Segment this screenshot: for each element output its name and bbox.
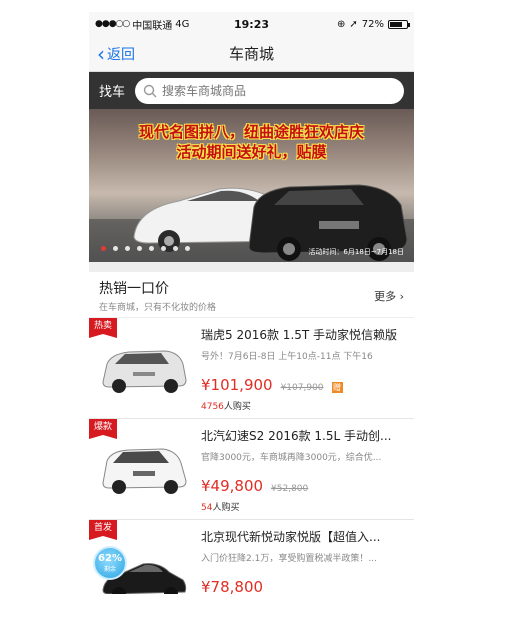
product-item[interactable]: 首发 62% 剩余 北京现代新悦动家悦版【超值入... 入门价狂降2.1万，享受…: [89, 520, 414, 594]
buy-count: 4756人购买: [201, 399, 406, 412]
debut-badge: 首发: [89, 520, 117, 540]
battery-fill: [390, 21, 402, 27]
section-header: 热销一口价 在车商城，只有不化妆的价格 更多 ›: [89, 272, 414, 318]
search-bar: 找车: [89, 72, 414, 109]
banner-dot[interactable]: [185, 246, 190, 251]
suv-image: [102, 350, 187, 393]
search-input[interactable]: [162, 83, 396, 98]
page-title: 车商城: [228, 45, 274, 63]
search-box[interactable]: [135, 77, 404, 104]
banner-dot[interactable]: [173, 246, 178, 251]
back-button[interactable]: ‹ 返回: [89, 44, 135, 64]
product-info: 北汽幻速S2 2016款 1.5L 手动创... 官降3000元，车商城再降30…: [197, 419, 414, 519]
back-label: 返回: [107, 46, 135, 63]
product-price: ¥78,800: [201, 578, 264, 594]
banner-subheadline: 活动期间送好礼，贴膜: [176, 143, 327, 161]
status-bar: ●●●○○ 中国联通 4G 19:23 ⊕ ➚ 72%: [89, 12, 414, 36]
product-info: 北京现代新悦动家悦版【超值入... 入门价狂降2.1万，享受购置税减半政策！..…: [197, 520, 414, 594]
product-desc: 官降3000元，车商城再降3000元，综合优...: [201, 453, 382, 463]
banner-headline: 现代名图拼八，纽曲途胜狂欢店庆: [138, 123, 364, 141]
product-item[interactable]: 爆款 北汽幻速S2 2016款 1.5L 手动创... 官降3000元，车商城再…: [89, 419, 414, 520]
buy-count-suffix: 人购买: [223, 402, 251, 412]
explosive-badge: 爆款: [89, 419, 117, 439]
stock-progress-caption: 剩余: [103, 566, 116, 573]
banner-dot[interactable]: [101, 246, 106, 251]
banner-dot[interactable]: [113, 246, 118, 251]
nav-bar: ‹ 返回 车商城: [89, 36, 414, 72]
product-item[interactable]: 热卖 瑞虎5 2016款 1.5T 手动家悦信赖版 号外！7月6日-8日 上午1…: [89, 318, 414, 419]
price-row: ¥101,900 ¥107,900 赠: [201, 376, 406, 394]
section-subtitle: 在车商城，只有不化妆的价格: [99, 303, 217, 313]
chevron-left-icon: ‹: [97, 41, 105, 66]
battery-icon: [388, 19, 410, 29]
search-icon: [143, 84, 157, 97]
section-titles: 热销一口价 在车商城，只有不化妆的价格: [99, 278, 374, 313]
price-row: ¥49,800 ¥52,800: [201, 477, 406, 495]
promo-banner[interactable]: 现代名图拼八，纽曲途胜狂欢店庆 活动期间送好礼，贴膜 活动时间：6月18日~7月…: [89, 109, 414, 262]
banner-date: 活动时间：6月18日~7月18日: [308, 248, 404, 256]
phone-screen: ●●●○○ 中国联通 4G 19:23 ⊕ ➚ 72% ‹ 返回 车商城 找车: [89, 12, 414, 594]
status-time: 19:23: [233, 17, 269, 31]
banner-dot[interactable]: [161, 246, 166, 251]
product-image: 爆款: [89, 419, 197, 519]
banner-dot[interactable]: [137, 246, 142, 251]
product-image: 热卖: [89, 318, 197, 418]
product-desc: 号外！7月6日-8日 上午10点-11点 下午16: [201, 352, 373, 362]
buy-count: 54人购买: [201, 500, 406, 513]
price-row: ¥78,800: [201, 578, 406, 594]
more-link[interactable]: 更多 ›: [374, 288, 404, 304]
section-title: 热销一口价: [99, 281, 169, 297]
suv-image: [102, 448, 187, 494]
stock-progress-badge: 62% 剩余: [93, 546, 127, 580]
more-label: 更多: [374, 289, 397, 303]
original-price: ¥107,900: [280, 383, 324, 393]
product-title: 北京现代新悦动家悦版【超值入...: [201, 530, 381, 544]
gift-badge: 赠: [331, 382, 343, 393]
original-price: ¥52,800: [271, 484, 309, 494]
chevron-right-icon: ›: [399, 289, 404, 303]
buy-count-number: 4756: [201, 402, 224, 412]
product-image: 首发 62% 剩余: [89, 520, 197, 594]
buy-count-suffix: 人购买: [212, 503, 240, 513]
section-divider: [89, 262, 414, 272]
banner-dot[interactable]: [149, 246, 154, 251]
product-title: 北汽幻速S2 2016款 1.5L 手动创...: [201, 429, 392, 443]
search-category-label[interactable]: 找车: [99, 81, 125, 100]
product-price: ¥49,800: [201, 477, 264, 495]
banner-pagination: [101, 246, 190, 251]
stock-progress-percent: 62%: [98, 553, 122, 564]
buy-count-number: 54: [201, 503, 213, 513]
product-desc: 入门价狂降2.1万，享受购置税减半政策！...: [201, 554, 377, 564]
banner-dot[interactable]: [125, 246, 130, 251]
hot-badge: 热卖: [89, 318, 117, 338]
product-price: ¥101,900: [201, 376, 273, 394]
product-title: 瑞虎5 2016款 1.5T 手动家悦信赖版: [201, 328, 398, 342]
product-info: 瑞虎5 2016款 1.5T 手动家悦信赖版 号外！7月6日-8日 上午10点-…: [197, 318, 414, 418]
